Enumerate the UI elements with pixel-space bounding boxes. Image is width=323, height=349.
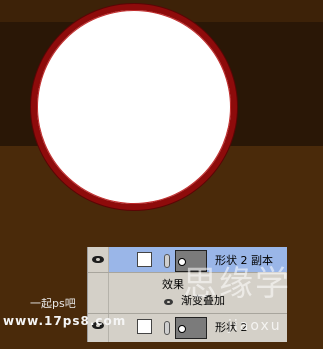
- watermark-big: 思缘学: [183, 264, 291, 304]
- white-circle-shape: [31, 4, 237, 210]
- link-icon[interactable]: [164, 321, 170, 335]
- watermark-text: 一起ps吧: [30, 297, 76, 310]
- layer-thumbnail[interactable]: [137, 252, 152, 267]
- watermark-url: www.17ps8.com: [3, 314, 127, 328]
- layer-thumbnail[interactable]: [137, 319, 152, 334]
- mask-anchor-icon: [178, 325, 186, 333]
- watermark-site: jiaoxu: [228, 318, 282, 334]
- link-icon[interactable]: [164, 254, 170, 268]
- effects-label[interactable]: 效果: [162, 279, 184, 291]
- eye-icon[interactable]: [92, 256, 104, 263]
- eye-icon[interactable]: [164, 299, 173, 305]
